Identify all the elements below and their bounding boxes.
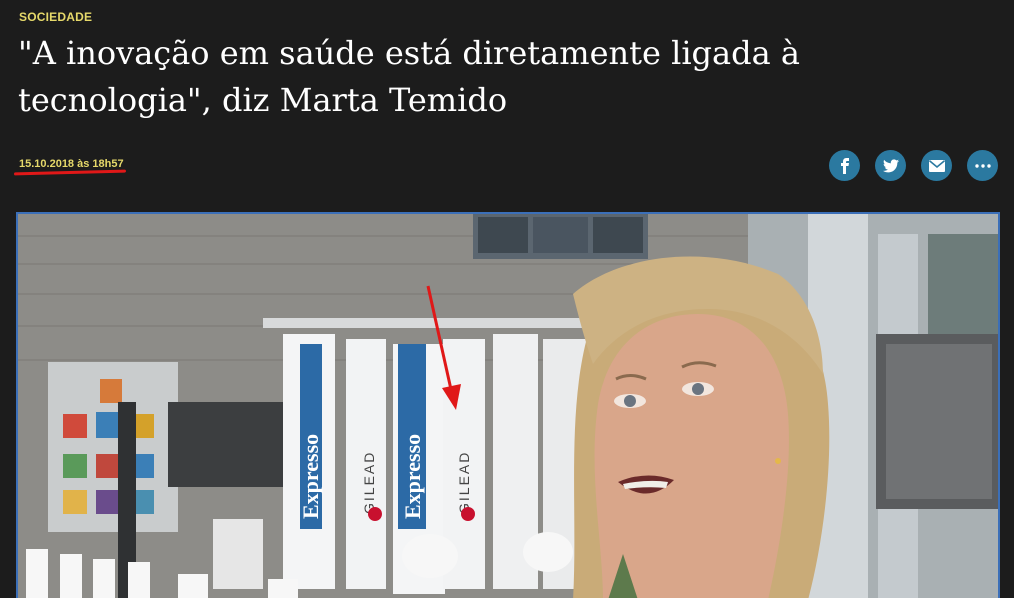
facebook-icon	[840, 157, 849, 174]
email-share-button[interactable]	[921, 150, 952, 181]
article-headline: "A inovação em saúde está diretamente li…	[18, 34, 800, 119]
twitter-share-button[interactable]	[875, 150, 906, 181]
more-icon	[974, 163, 991, 168]
section-label[interactable]: SOCIEDADE	[19, 10, 92, 24]
more-share-button[interactable]	[967, 150, 998, 181]
email-icon	[928, 159, 945, 172]
publish-date: 15.10.2018 às 18h57	[19, 158, 124, 170]
video-still-image: Expresso GILEAD Expresso GILEAD	[18, 214, 998, 598]
facebook-share-button[interactable]	[829, 150, 860, 181]
banner-text-3: Expresso	[400, 434, 425, 519]
banner-text-2: GILEAD	[361, 451, 377, 514]
article-video-frame[interactable]: Expresso GILEAD Expresso GILEAD	[16, 212, 1000, 598]
article-header: SOCIEDADE "A inovação em saúde está dire…	[0, 0, 1014, 212]
banner-text-4: GILEAD	[456, 451, 472, 514]
twitter-icon	[882, 158, 899, 172]
banner-text-1: Expresso	[298, 434, 323, 519]
share-bar	[829, 150, 998, 181]
annotation-underline	[13, 169, 127, 176]
